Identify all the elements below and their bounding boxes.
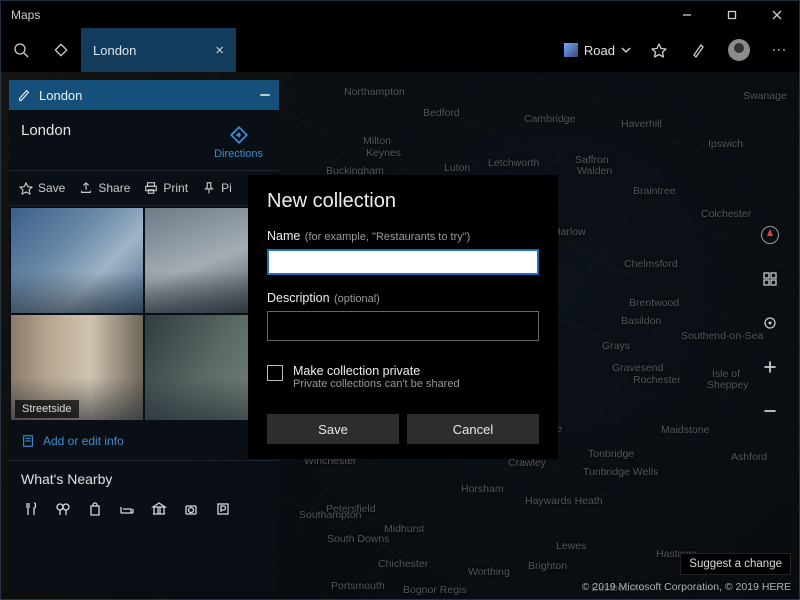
search-tab[interactable]: London × xyxy=(81,28,236,72)
save-label: Save xyxy=(38,181,65,195)
map-tools xyxy=(755,222,785,424)
map-view-selector[interactable]: Road xyxy=(556,28,639,72)
add-edit-info-link[interactable]: Add or edit info xyxy=(9,422,279,461)
map-credit: © 2019 Microsoft Corporation, © 2019 HER… xyxy=(582,581,791,593)
new-collection-dialog: New collection Name (for example, "Resta… xyxy=(249,176,557,458)
restaurants-icon[interactable] xyxy=(17,495,45,523)
edit-icon xyxy=(17,88,31,102)
map-view-label: Road xyxy=(584,43,615,58)
appbar: London × Road xyxy=(0,28,800,72)
maximize-button[interactable] xyxy=(709,1,754,28)
directions-button[interactable]: Directions xyxy=(210,120,267,170)
compass-button[interactable] xyxy=(757,222,783,248)
zoom-out-button[interactable] xyxy=(757,398,783,424)
tilt-button[interactable] xyxy=(757,266,783,292)
pin-icon xyxy=(202,181,216,195)
account-icon[interactable] xyxy=(719,28,759,72)
nearby-heading: What's Nearby xyxy=(9,461,279,493)
name-label: Name xyxy=(267,229,300,243)
attractions-icon[interactable] xyxy=(49,495,77,523)
more-icon[interactable] xyxy=(759,28,799,72)
search-tab-close-icon[interactable]: × xyxy=(215,42,224,59)
private-label: Make collection private xyxy=(293,364,460,378)
zoom-in-button[interactable] xyxy=(757,354,783,380)
photo-grid: Streetside xyxy=(9,206,279,422)
star-icon xyxy=(19,181,33,195)
print-button[interactable]: Print xyxy=(138,177,194,199)
directions-label: Directions xyxy=(214,148,263,160)
print-label: Print xyxy=(163,181,188,195)
panel-header-label: London xyxy=(39,88,251,103)
share-icon xyxy=(79,181,93,195)
minimize-panel-icon[interactable] xyxy=(259,89,271,101)
add-edit-info-label: Add or edit info xyxy=(43,434,124,448)
minimize-button[interactable] xyxy=(664,1,709,28)
search-icon[interactable] xyxy=(1,28,41,72)
private-sublabel: Private collections can't be shared xyxy=(293,378,460,390)
name-input[interactable] xyxy=(267,249,539,275)
banks-icon[interactable] xyxy=(145,495,173,523)
dialog-title: New collection xyxy=(267,190,539,213)
suggest-change-button[interactable]: Suggest a change xyxy=(680,553,791,575)
main-area: NorthamptonBedfordCambridgeMiltonKeynesL… xyxy=(0,72,800,600)
map-view-swatch-icon xyxy=(564,43,578,57)
hotels-icon[interactable] xyxy=(113,495,141,523)
titlebar: Maps xyxy=(0,0,800,28)
compass-icon xyxy=(761,226,779,244)
description-hint: (optional) xyxy=(334,293,380,305)
description-label: Description xyxy=(267,291,330,305)
window-title: Maps xyxy=(1,8,664,22)
favorites-icon[interactable] xyxy=(639,28,679,72)
description-input[interactable] xyxy=(267,311,539,341)
name-hint: (for example, "Restaurants to try") xyxy=(305,231,471,243)
nearby-icon-row xyxy=(9,493,279,533)
dialog-cancel-button[interactable]: Cancel xyxy=(407,414,539,444)
parking-icon[interactable] xyxy=(209,495,237,523)
share-button[interactable]: Share xyxy=(73,177,136,199)
search-tab-label: London xyxy=(93,43,215,58)
dialog-save-button[interactable]: Save xyxy=(267,414,399,444)
place-title: London xyxy=(21,120,210,139)
streetside-badge[interactable]: Streetside xyxy=(15,400,79,418)
pin-label: Pi xyxy=(221,181,232,195)
print-icon xyxy=(144,181,158,195)
private-checkbox[interactable] xyxy=(267,365,283,381)
close-button[interactable] xyxy=(754,1,799,28)
panel-title-row: London Directions xyxy=(9,110,279,171)
directions-icon[interactable] xyxy=(41,28,81,72)
private-checkbox-row[interactable]: Make collection private Private collecti… xyxy=(267,364,539,390)
pin-button[interactable]: Pi xyxy=(196,177,238,199)
avatar-icon xyxy=(728,39,750,61)
locate-me-button[interactable] xyxy=(757,310,783,336)
photo-tile[interactable] xyxy=(11,208,143,313)
ink-icon[interactable] xyxy=(679,28,719,72)
shopping-icon[interactable] xyxy=(81,495,109,523)
chevron-down-icon xyxy=(621,45,631,55)
action-row: Save Share Print Pi xyxy=(9,171,279,206)
place-panel: London London Directions Save Share Prin… xyxy=(9,80,279,592)
cinema-icon[interactable] xyxy=(177,495,205,523)
share-label: Share xyxy=(98,181,130,195)
save-button[interactable]: Save xyxy=(13,177,71,199)
note-icon xyxy=(21,434,35,448)
panel-header[interactable]: London xyxy=(9,80,279,110)
